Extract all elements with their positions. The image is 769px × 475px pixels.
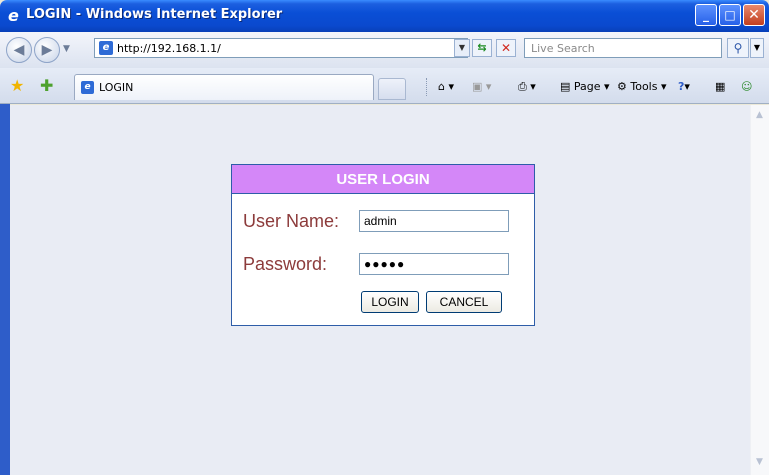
address-text[interactable]: http://192.168.1.1/ bbox=[117, 42, 221, 55]
back-button[interactable]: ◀ bbox=[6, 37, 32, 63]
page-menu[interactable]: ▤ Page ▾ bbox=[560, 78, 610, 96]
scroll-down-arrow-icon[interactable]: ▼ bbox=[751, 454, 768, 471]
favorites-star-icon[interactable]: ★ bbox=[10, 76, 24, 95]
login-button[interactable]: LOGIN bbox=[361, 291, 419, 313]
messenger-button[interactable]: ☺ bbox=[741, 78, 752, 96]
tab-login[interactable]: e LOGIN bbox=[74, 74, 374, 100]
page-label: Page bbox=[573, 80, 601, 93]
add-favorites-icon[interactable]: ✚ bbox=[40, 76, 53, 95]
maximize-button[interactable]: □ bbox=[719, 4, 741, 26]
address-dropdown-button[interactable]: ▼ bbox=[454, 39, 470, 57]
home-icon: ⌂ bbox=[438, 80, 445, 93]
tab-toolbar: ★ ✚ e LOGIN ⌂ ▾ ▣ ▾ ⎙ ▾ ▤ Page ▾ ⚙ Tools… bbox=[0, 68, 769, 104]
research-button[interactable]: ▦ bbox=[715, 78, 725, 96]
vertical-scrollbar[interactable] bbox=[750, 105, 769, 475]
address-bar[interactable]: e http://192.168.1.1/ bbox=[94, 38, 468, 58]
help-menu[interactable]: ?▾ bbox=[678, 78, 690, 96]
print-icon: ⎙ bbox=[518, 80, 527, 93]
research-icon: ▦ bbox=[715, 80, 726, 93]
command-separator bbox=[426, 78, 427, 96]
username-input[interactable]: admin bbox=[359, 210, 509, 232]
window-title: LOGIN - Windows Internet Explorer bbox=[26, 7, 283, 22]
minimize-button[interactable]: _ bbox=[695, 4, 717, 26]
password-input[interactable]: ●●●●● bbox=[359, 253, 509, 275]
stop-button[interactable]: ✕ bbox=[496, 39, 516, 57]
address-toolbar: ◀ ▶ ▼ e http://192.168.1.1/ ▼ ⇆ ✕ Live S… bbox=[0, 32, 769, 68]
login-header: USER LOGIN bbox=[232, 165, 534, 194]
feeds-icon: ▣ bbox=[472, 80, 483, 93]
close-button[interactable]: ✕ bbox=[743, 4, 765, 26]
forward-button[interactable]: ▶ bbox=[34, 37, 60, 63]
page-icon: e bbox=[99, 41, 113, 55]
search-placeholder: Live Search bbox=[531, 42, 595, 55]
cancel-button[interactable]: CANCEL bbox=[426, 291, 502, 313]
page-icon: e bbox=[81, 81, 94, 94]
search-button[interactable]: ⚲ bbox=[727, 38, 749, 58]
tab-label: LOGIN bbox=[99, 81, 134, 94]
search-options-dropdown[interactable]: ▼ bbox=[750, 38, 764, 58]
window-frame-left bbox=[0, 104, 10, 475]
print-button[interactable]: ⎙ ▾ bbox=[518, 78, 536, 96]
new-tab-button[interactable] bbox=[378, 78, 406, 100]
tools-menu[interactable]: ⚙ Tools ▾ bbox=[617, 78, 667, 96]
refresh-button[interactable]: ⇆ bbox=[472, 39, 492, 57]
recent-pages-dropdown[interactable]: ▼ bbox=[63, 44, 70, 54]
tools-label: Tools bbox=[630, 80, 658, 93]
home-button[interactable]: ⌂ ▾ bbox=[438, 78, 454, 96]
search-input[interactable]: Live Search bbox=[524, 38, 722, 58]
password-label: Password: bbox=[243, 254, 328, 274]
help-icon: ? bbox=[678, 80, 685, 93]
gear-icon: ⚙ bbox=[617, 80, 627, 93]
feeds-button[interactable]: ▣ ▾ bbox=[472, 78, 491, 96]
ie-logo-icon: e bbox=[8, 6, 19, 25]
messenger-icon: ☺ bbox=[741, 80, 753, 93]
login-panel: USER LOGIN User Name: admin Password: ●●… bbox=[231, 164, 535, 326]
scroll-up-arrow-icon[interactable]: ▲ bbox=[751, 107, 768, 124]
page-icon: ▤ bbox=[560, 80, 571, 93]
username-label: User Name: bbox=[243, 211, 340, 231]
